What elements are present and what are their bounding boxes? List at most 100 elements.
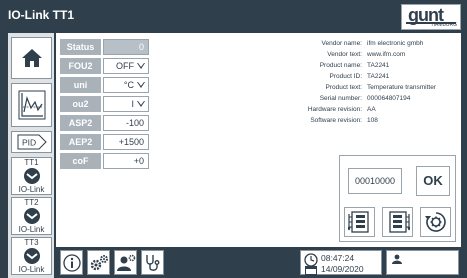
io-device-type: IO-Link — [18, 265, 45, 274]
info-button[interactable] — [60, 250, 83, 275]
app-window: IO-Link TT1 gunt HAMBURG PID TT1 IO-Link… — [0, 0, 467, 278]
io-link-icon — [23, 208, 40, 224]
settings-button[interactable] — [87, 250, 110, 275]
io-link-icon — [23, 248, 40, 264]
info-key: Product text: — [325, 84, 363, 91]
trend-button[interactable] — [11, 83, 52, 127]
param-row-status: Status 0 — [60, 39, 149, 55]
write-parameters-button[interactable] — [382, 207, 413, 237]
user-field[interactable] — [386, 250, 459, 275]
device-write-icon — [388, 211, 410, 233]
pid-button[interactable]: PID — [11, 131, 52, 153]
chevron-down-icon — [137, 82, 145, 88]
info-row: Product name: TA2241 — [256, 62, 461, 72]
info-value: 108 — [367, 117, 378, 124]
param-name: coF — [60, 153, 101, 169]
info-value: TA2241 — [367, 73, 390, 80]
info-icon — [62, 253, 81, 272]
chevron-down-icon — [137, 63, 145, 69]
param-name: AEP2 — [60, 134, 101, 150]
info-row: Vendor text: www.ifm.com — [256, 51, 461, 61]
param-name: FOU2 — [60, 58, 101, 74]
io-device-label: TT3 — [24, 238, 39, 247]
io-device-type: IO-Link — [18, 225, 45, 234]
info-key: Vendor text: — [327, 51, 362, 58]
info-row: Software revision: 108 — [256, 117, 461, 127]
info-row: Hardware revision: AA — [256, 106, 461, 116]
param-select-value: OFF — [116, 61, 134, 71]
param-name: ou2 — [60, 96, 101, 112]
read-parameters-button[interactable] — [344, 207, 375, 237]
info-row: Product ID: TA2241 — [256, 73, 461, 83]
param-row-cof: coF +0 — [60, 153, 149, 169]
io-device-tt3[interactable]: TT3 IO-Link — [11, 237, 52, 275]
info-key: Product name: — [319, 62, 362, 69]
info-value: 000064807194 — [367, 95, 411, 102]
info-key: Vendor name: — [321, 40, 362, 47]
param-select[interactable]: OFF — [103, 58, 149, 74]
stethoscope-icon — [145, 254, 159, 271]
control-panel: 00010000 OK — [339, 155, 456, 242]
user-settings-button[interactable] — [114, 250, 137, 275]
param-select[interactable]: I — [103, 96, 149, 112]
param-select[interactable]: °C — [103, 77, 149, 93]
param-row-asp2: ASP2 -100 — [60, 115, 149, 131]
param-row-ou2: ou2 I — [60, 96, 149, 112]
param-select-value: °C — [123, 80, 134, 90]
title-bar: IO-Link TT1 gunt HAMBURG — [0, 0, 467, 33]
main-panel: Status 0 FOU2 OFF uni °C ou2 I ASP2 -100… — [56, 33, 461, 247]
param-value: 0 — [103, 39, 149, 55]
param-select-value: I — [131, 99, 134, 109]
gear-icon — [90, 254, 108, 270]
param-row-fou2: FOU2 OFF — [60, 58, 149, 74]
io-device-label: TT1 — [24, 158, 39, 167]
user-gear-icon — [116, 254, 135, 271]
clock-display: 08:47:24 14/09/2020 — [300, 250, 382, 275]
io-device-type: IO-Link — [18, 185, 45, 194]
info-key: Software revision: — [310, 117, 362, 124]
info-value: Temperature transmitter — [367, 84, 436, 91]
io-device-label: TT2 — [24, 198, 39, 207]
ok-button[interactable]: OK — [416, 166, 450, 196]
time-text: 08:47:24 — [321, 253, 355, 263]
info-value: AA — [367, 106, 376, 113]
param-name: ASP2 — [60, 115, 101, 131]
param-name: uni — [60, 77, 101, 93]
info-key: Hardware revision: — [307, 106, 362, 113]
calendar-icon — [305, 266, 317, 275]
param-row-uni: uni °C — [60, 77, 149, 93]
home-button[interactable] — [11, 37, 52, 79]
sidebar: PID TT1 IO-Link TT2 IO-Link TT3 IO-Link — [8, 33, 54, 278]
info-value: ifm electronic gmbh — [367, 40, 424, 47]
param-name: Status — [60, 39, 101, 55]
service-button[interactable] — [141, 250, 164, 275]
window-title: IO-Link TT1 — [8, 8, 74, 22]
param-input[interactable]: +0 — [103, 153, 149, 169]
reset-button[interactable] — [420, 207, 451, 237]
io-link-icon — [23, 168, 40, 184]
pid-label: PID — [22, 138, 36, 148]
pid-icon: PID — [17, 134, 47, 150]
info-value: www.ifm.com — [367, 51, 406, 58]
info-key: Product ID: — [329, 73, 362, 80]
info-row: Vendor name: ifm electronic gmbh — [256, 40, 461, 50]
io-device-tt2[interactable]: TT2 IO-Link — [11, 197, 52, 235]
io-device-tt1[interactable]: TT1 IO-Link — [11, 157, 52, 195]
gunt-logo: gunt HAMBURG — [401, 4, 461, 30]
param-row-aep2: AEP2 +1500 — [60, 134, 149, 150]
info-key: Serial number: — [319, 95, 362, 102]
device-read-icon — [347, 211, 369, 233]
param-input[interactable]: +1500 — [103, 134, 149, 150]
info-value: TA2241 — [367, 62, 390, 69]
code-input[interactable]: 00010000 — [348, 168, 402, 194]
logo-sub: HAMBURG — [431, 22, 457, 28]
user-icon — [392, 254, 402, 264]
reset-gear-icon — [424, 212, 446, 232]
info-row: Serial number: 000064807194 — [256, 95, 461, 105]
chart-icon — [18, 90, 45, 120]
bottom-bar: 08:47:24 14/09/2020 — [56, 247, 461, 278]
param-input[interactable]: -100 — [103, 115, 149, 131]
date-text: 14/09/2020 — [321, 264, 364, 274]
chevron-down-icon — [137, 101, 145, 107]
home-icon — [21, 49, 42, 67]
